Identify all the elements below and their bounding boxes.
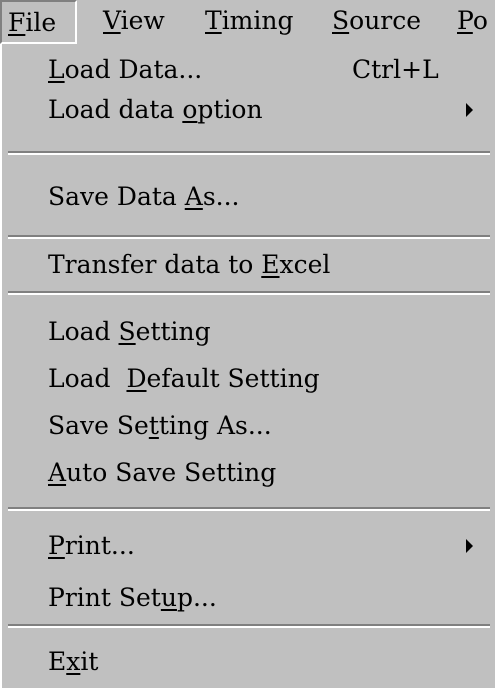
menu-po-rest: o bbox=[472, 6, 488, 35]
menu-file-rest: ile bbox=[25, 8, 57, 37]
menu-item-label: Auto Save Setting bbox=[48, 458, 277, 487]
menu-item-load-data[interactable]: Load Data... Ctrl+L bbox=[2, 50, 495, 90]
submenu-arrow-icon bbox=[466, 539, 473, 553]
submenu-arrow-icon bbox=[466, 103, 473, 117]
menu-separator bbox=[8, 507, 490, 511]
menu-view-rest: iew bbox=[120, 6, 165, 35]
menu-item-label: Transfer data to Excel bbox=[48, 250, 331, 279]
menu-timing-rest: iming bbox=[221, 6, 294, 35]
menu-item-label: Print Setup... bbox=[48, 583, 217, 612]
menu-item-load-setting[interactable]: Load Setting bbox=[2, 312, 495, 352]
menu-separator bbox=[8, 624, 490, 628]
menu-item-label: Save Setting As... bbox=[48, 411, 272, 440]
menu-item-transfer-to-excel[interactable]: Transfer data to Excel bbox=[2, 245, 495, 285]
menu-item-save-data-as[interactable]: Save Data As... bbox=[2, 177, 495, 217]
menu-item-label: Load Setting bbox=[48, 317, 211, 346]
menu-item-print-setup[interactable]: Print Setup... bbox=[2, 578, 495, 618]
menu-item-save-setting-as[interactable]: Save Setting As... bbox=[2, 406, 495, 446]
menu-view-accel: V bbox=[103, 6, 121, 35]
menu-timing-accel: T bbox=[205, 6, 222, 35]
menu-timing[interactable]: Timing bbox=[199, 0, 300, 44]
menu-separator bbox=[8, 151, 490, 155]
menu-item-label: Load Data... bbox=[48, 55, 203, 84]
menu-item-auto-save-setting[interactable]: Auto Save Setting bbox=[2, 453, 495, 493]
menu-item-exit[interactable]: Exit bbox=[2, 642, 495, 682]
menu-separator bbox=[8, 235, 490, 239]
menu-separator bbox=[8, 291, 490, 295]
menu-file-accel: F bbox=[8, 8, 26, 37]
file-menu-dropdown: Load Data... Ctrl+L Load data option Sav… bbox=[0, 44, 495, 688]
menu-item-load-default-setting[interactable]: Load Default Setting bbox=[2, 359, 495, 399]
menu-source-rest: ource bbox=[349, 6, 422, 35]
menu-bar: File View Timing Source Po bbox=[0, 0, 495, 44]
menu-item-label: Load Default Setting bbox=[48, 364, 320, 393]
menu-source-accel: S bbox=[332, 6, 350, 35]
menu-file[interactable]: File bbox=[0, 0, 77, 44]
menu-item-label: Load data option bbox=[48, 95, 263, 124]
menu-item-label: Exit bbox=[48, 647, 99, 676]
menu-item-print[interactable]: Print... bbox=[2, 526, 495, 566]
menu-view[interactable]: View bbox=[97, 0, 171, 44]
menu-source[interactable]: Source bbox=[326, 0, 427, 44]
menu-po[interactable]: Po bbox=[451, 0, 494, 44]
menu-item-load-data-option[interactable]: Load data option bbox=[2, 90, 495, 130]
shortcut-label: Ctrl+L bbox=[352, 55, 439, 84]
menu-item-label: Save Data As... bbox=[48, 182, 240, 211]
menu-item-label: Print... bbox=[48, 531, 135, 560]
menu-po-accel: P bbox=[457, 6, 473, 35]
